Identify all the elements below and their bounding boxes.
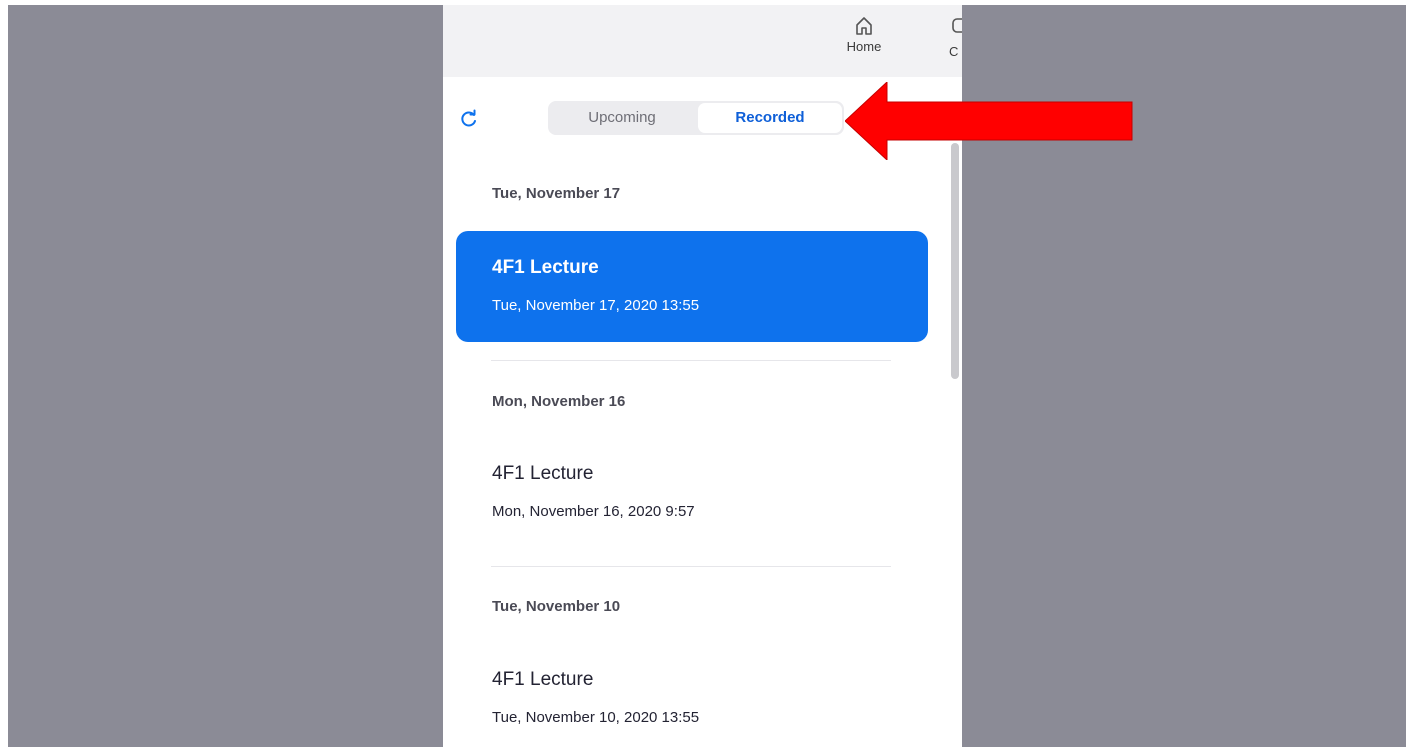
meeting-title: 4F1 Lecture xyxy=(492,257,599,278)
meeting-item-selected[interactable]: 4F1 Lecture Tue, November 17, 2020 13:55 xyxy=(456,231,928,342)
meeting-title: 4F1 Lecture xyxy=(492,669,594,690)
home-icon xyxy=(856,17,872,35)
meeting-time: Tue, November 17, 2020 13:55 xyxy=(492,297,700,314)
nav-chat-button[interactable]: C xyxy=(949,15,962,71)
nav-home-label: Home xyxy=(846,39,882,54)
meeting-title: 4F1 Lecture xyxy=(492,463,594,484)
refresh-button[interactable] xyxy=(459,109,479,129)
nav-home-button[interactable]: Home xyxy=(839,15,889,71)
top-nav-bar: Home C xyxy=(443,5,962,77)
date-header: Mon, November 16 xyxy=(492,393,626,410)
chat-icon xyxy=(952,18,962,33)
meeting-item[interactable]: 4F1 Lecture Tue, November 10, 2020 13:55 xyxy=(456,643,928,747)
nav-chat-label: C xyxy=(949,44,959,59)
date-header: Tue, November 17 xyxy=(492,185,621,202)
meeting-time: Tue, November 10, 2020 13:55 xyxy=(492,709,700,726)
refresh-icon xyxy=(461,109,476,127)
divider xyxy=(491,566,891,567)
meeting-type-segmented-control: Upcoming Recorded xyxy=(548,101,844,135)
scrollbar-thumb[interactable] xyxy=(951,143,959,379)
annotation-arrow-icon xyxy=(845,82,1133,160)
tab-upcoming[interactable]: Upcoming xyxy=(550,103,694,133)
date-header: Tue, November 10 xyxy=(492,598,621,615)
tab-recorded[interactable]: Recorded xyxy=(698,103,842,133)
meeting-time: Mon, November 16, 2020 9:57 xyxy=(492,503,695,520)
divider xyxy=(491,360,891,361)
meeting-item[interactable]: 4F1 Lecture Mon, November 16, 2020 9:57 xyxy=(456,437,928,548)
